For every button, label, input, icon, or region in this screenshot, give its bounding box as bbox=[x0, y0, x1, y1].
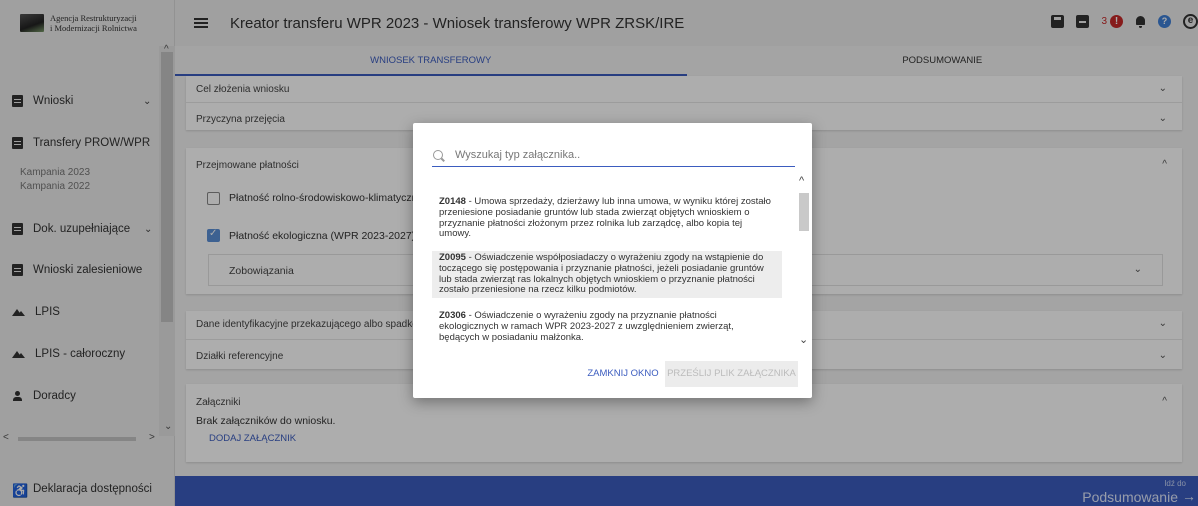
search-icon bbox=[433, 149, 443, 160]
item-code: Z0148 bbox=[439, 196, 466, 207]
chevron-up-icon[interactable]: ^ bbox=[799, 175, 804, 187]
attachment-type-list: Z0148 - Umowa sprzedaży, dzierżawy lub i… bbox=[432, 175, 811, 349]
search-input[interactable] bbox=[455, 148, 775, 161]
list-item[interactable]: Z0148 - Umowa sprzedaży, dzierżawy lub i… bbox=[432, 195, 782, 242]
attachment-type-dialog: Z0148 - Umowa sprzedaży, dzierżawy lub i… bbox=[413, 123, 812, 398]
item-text: - Oświadczenie o wyrażeniu zgody na przy… bbox=[439, 310, 734, 343]
item-text: - Umowa sprzedaży, dzierżawy lub inna um… bbox=[439, 196, 771, 240]
chevron-down-icon[interactable]: ⌄ bbox=[799, 333, 808, 346]
upload-attachment-button[interactable]: PRZEŚLIJ PLIK ZAŁĄCZNIKA bbox=[665, 361, 798, 387]
list-scroll-thumb[interactable] bbox=[799, 193, 809, 231]
item-code: Z0095 bbox=[439, 252, 466, 263]
list-item[interactable]: Z0306 - Oświadczenie o wyrażeniu zgody n… bbox=[432, 309, 782, 345]
search-row bbox=[432, 143, 795, 167]
item-code: Z0306 bbox=[439, 310, 466, 321]
list-item[interactable]: Z0095 - Oświadczenie współposiadaczy o w… bbox=[432, 251, 782, 299]
item-text: - Oświadczenie współposiadaczy o wyrażen… bbox=[439, 252, 764, 296]
close-dialog-button[interactable]: ZAMKNIJ OKNO bbox=[585, 361, 661, 387]
list-scrollbar[interactable]: ^ ⌄ bbox=[796, 175, 811, 349]
